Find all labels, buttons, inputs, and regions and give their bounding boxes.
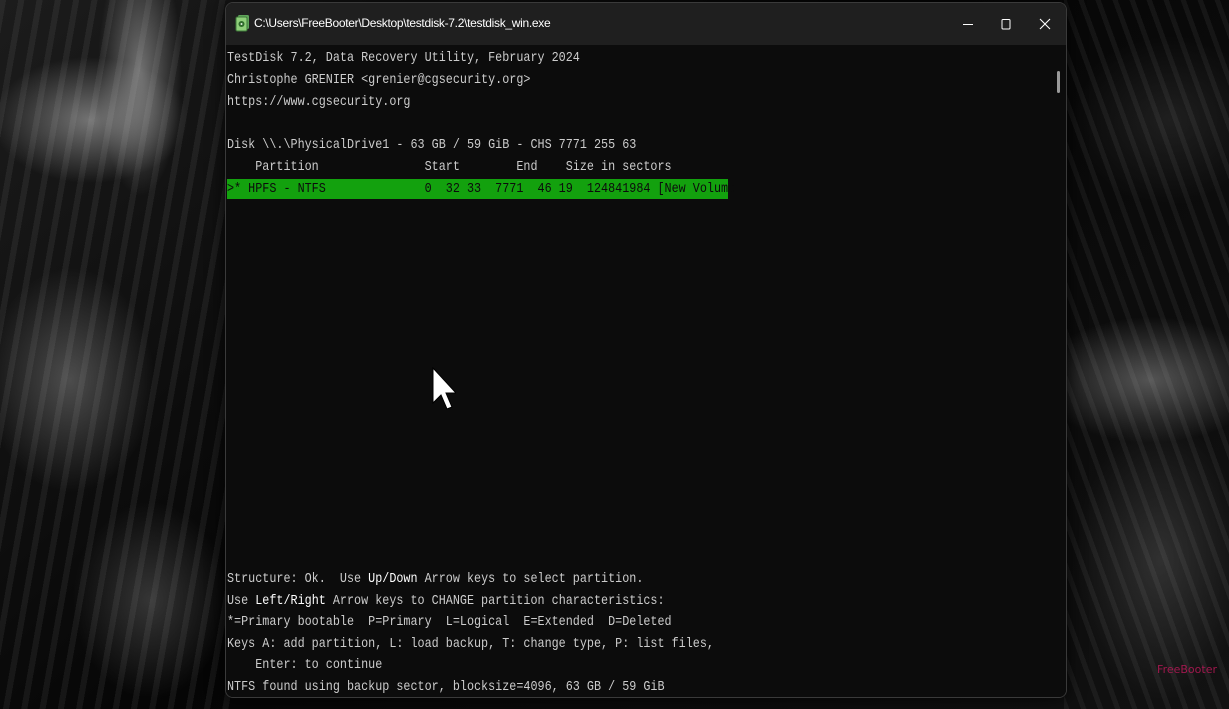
footer-structure-line: Structure: Ok. Use Up/Down Arrow keys to… [227,569,643,589]
terminal-output[interactable]: TestDisk 7.2, Data Recovery Utility, Feb… [226,45,1066,697]
key-left-right: Left/Right [255,593,326,609]
key-up-down: Up/Down [368,571,418,587]
maximize-button[interactable] [986,3,1026,45]
watermark-logo: FreeBooter [1157,663,1217,676]
footer-change-line: Use Left/Right Arrow keys to CHANGE part… [227,591,665,611]
wallpaper-left-pattern [0,0,230,709]
footer-enter-line: Enter: to continue [227,657,383,673]
minimize-button[interactable] [948,3,988,45]
close-button[interactable] [1025,3,1065,45]
close-icon [1039,18,1051,30]
header-url-line: https://www.cgsecurity.org [227,94,411,110]
title-bar[interactable]: C:\Users\FreeBooter\Desktop\testdisk-7.2… [226,3,1066,45]
footer-keys-line: Keys A: add partition, L: load backup, T… [227,636,714,652]
footer-structure-text-end: Arrow keys to select partition. [417,571,644,587]
watermark-text: FreeBooter [1157,663,1217,676]
footer-change-text-end: Arrow keys to CHANGE partition character… [325,593,665,609]
desktop-background: C:\Users\FreeBooter\Desktop\testdisk-7.2… [0,0,1229,709]
footer-legend-line: *=Primary bootable P=Primary L=Logical E… [227,614,672,630]
mouse-pointer-icon [432,366,458,423]
disk-info-line: Disk \\.\PhysicalDrive1 - 63 GB / 59 GiB… [227,137,637,153]
header-author-line: Christophe GRENIER <grenier@cgsecurity.o… [227,72,531,88]
selected-partition-row[interactable]: >* HPFS - NTFS 0 32 33 7771 46 19 124841… [227,179,742,199]
scrollbar-thumb[interactable] [1057,71,1060,93]
testdisk-app-icon [235,14,251,32]
footer-change-text: Use [227,593,256,609]
wallpaper-right-pattern [1064,0,1229,709]
footer-status-line: NTFS found using backup sector, blocksiz… [227,679,665,695]
minimize-icon [962,18,974,30]
header-title-line: TestDisk 7.2, Data Recovery Utility, Feb… [227,50,580,66]
window-title: C:\Users\FreeBooter\Desktop\testdisk-7.2… [254,16,551,30]
console-window[interactable]: C:\Users\FreeBooter\Desktop\testdisk-7.2… [225,2,1067,698]
partition-table-header: Partition Start End Size in sectors [227,159,672,175]
footer-structure-text: Structure: Ok. Use [227,571,369,587]
maximize-icon [1000,18,1012,30]
